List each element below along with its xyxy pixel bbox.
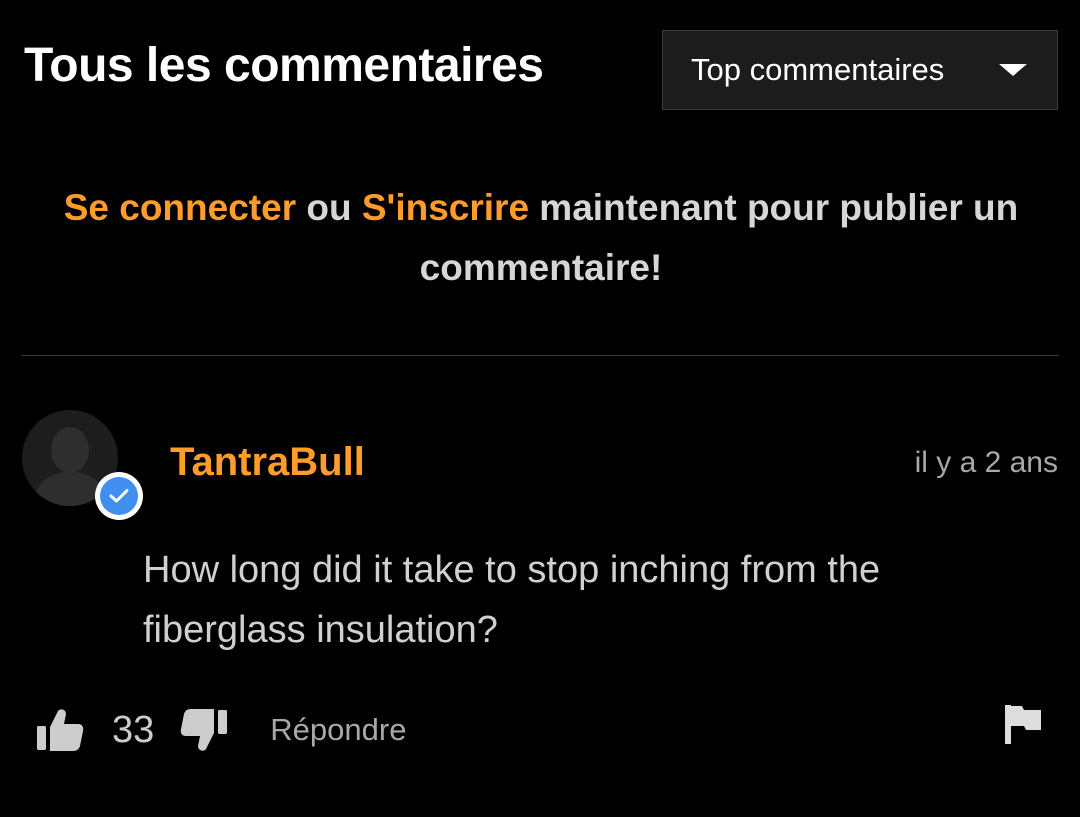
sort-dropdown[interactable]: Top commentaires	[662, 30, 1058, 110]
login-link[interactable]: Se connecter	[64, 187, 296, 228]
dislike-button[interactable]	[180, 708, 228, 752]
login-prompt: Se connecter ou S'inscrire maintenant po…	[24, 178, 1058, 298]
comment-text: How long did it take to stop inching fro…	[143, 549, 881, 651]
sort-selected-label: Top commentaires	[691, 52, 945, 87]
thumbs-down-icon	[181, 709, 228, 751]
page-title: Tous les commentaires	[24, 39, 544, 92]
divider	[22, 355, 1059, 356]
comment-timestamp: il y a 2 ans	[914, 446, 1058, 479]
login-prompt-or: ou	[296, 187, 362, 228]
caret-down-icon	[999, 64, 1027, 76]
like-count: 33	[112, 708, 155, 751]
comment-actions: 33 Répondre	[36, 702, 406, 758]
reply-button[interactable]: Répondre	[270, 712, 406, 748]
comments-header: Tous les commentaires Top commentaires	[24, 30, 1058, 110]
thumbs-up-icon	[37, 709, 84, 751]
comment-username[interactable]: TantraBull	[170, 440, 365, 485]
signup-link[interactable]: S'inscrire	[362, 187, 529, 228]
flag-icon	[1005, 705, 1041, 744]
verified-badge	[95, 472, 143, 520]
report-button[interactable]	[1004, 704, 1042, 749]
like-button[interactable]	[36, 708, 84, 752]
check-icon	[109, 489, 129, 503]
